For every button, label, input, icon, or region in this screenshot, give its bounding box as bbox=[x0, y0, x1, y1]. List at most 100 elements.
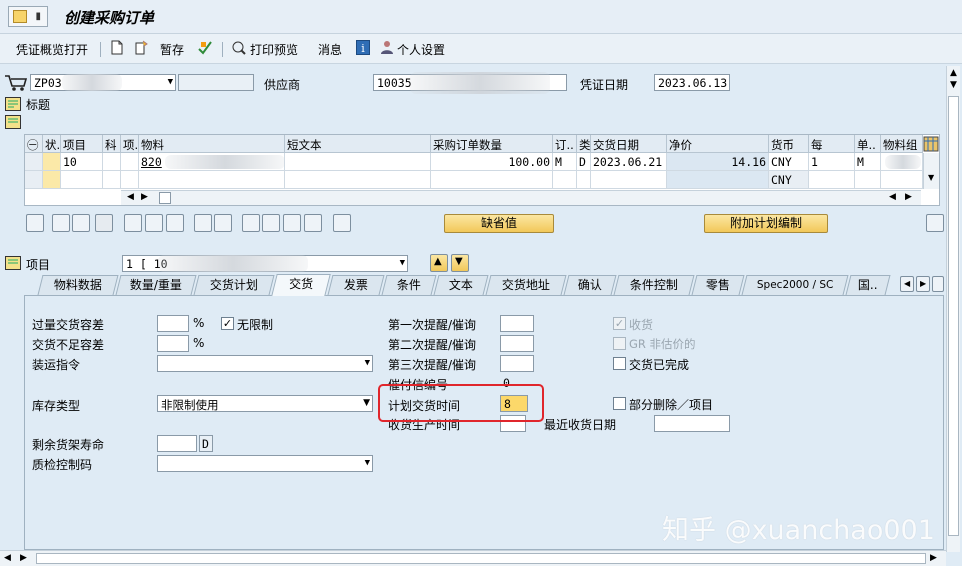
column-header[interactable]: 科 bbox=[103, 135, 121, 153]
quantity-cell[interactable] bbox=[431, 171, 553, 189]
column-header[interactable]: 货币 bbox=[769, 135, 809, 153]
item-category-cell[interactable] bbox=[121, 171, 139, 189]
tab-delivery[interactable]: 交货 bbox=[271, 274, 331, 296]
print-preview-button[interactable]: 打印预览 bbox=[250, 41, 298, 58]
select-all-icon[interactable]: ㊀ bbox=[25, 135, 43, 153]
qm-control-key-select[interactable]: ▼ bbox=[157, 455, 373, 472]
currency-cell[interactable]: CNY bbox=[769, 171, 809, 189]
tab-confirmations[interactable]: 确认 bbox=[563, 275, 617, 295]
tab-retail[interactable]: 零售 bbox=[691, 275, 745, 295]
remaining-shelf-life-field[interactable] bbox=[157, 435, 197, 452]
quantity-cell[interactable]: 100.00 bbox=[431, 153, 553, 171]
price-unit-cell[interactable] bbox=[809, 171, 855, 189]
column-header[interactable]: 净价 bbox=[667, 135, 769, 153]
item-number-cell[interactable]: 10 bbox=[61, 153, 103, 171]
delete-item-icon[interactable] bbox=[124, 214, 142, 232]
personal-settings-button[interactable]: 个人设置 bbox=[397, 41, 445, 58]
tab-invoice[interactable]: 发票 bbox=[327, 275, 385, 295]
previous-item-arrow-icon[interactable]: ▲ bbox=[430, 254, 448, 272]
row-selector[interactable] bbox=[25, 171, 43, 189]
system-menu-icon[interactable]: ▮ bbox=[8, 6, 48, 27]
row-selector[interactable] bbox=[25, 153, 43, 171]
column-header[interactable]: 项目 bbox=[61, 135, 103, 153]
collapse-item-detail-icon[interactable] bbox=[5, 256, 21, 270]
unlimited-checkbox[interactable]: ✓ bbox=[221, 317, 234, 330]
column-header[interactable]: 单.. bbox=[855, 135, 881, 153]
account-cell[interactable] bbox=[103, 171, 121, 189]
tab-delivery-address[interactable]: 交货地址 bbox=[485, 275, 567, 295]
short-text-cell[interactable] bbox=[285, 153, 431, 171]
info-icon[interactable]: i bbox=[356, 40, 370, 55]
order-unit-cell[interactable] bbox=[553, 171, 577, 189]
delivery-completed-checkbox[interactable] bbox=[613, 357, 626, 370]
price-unit-cell[interactable]: 1 bbox=[809, 153, 855, 171]
net-price-cell[interactable]: 14.16 bbox=[667, 153, 769, 171]
hold-button[interactable]: 暂存 bbox=[160, 41, 184, 58]
item-config-icon[interactable] bbox=[926, 214, 944, 232]
sort-ascending-icon[interactable] bbox=[242, 214, 260, 232]
column-header[interactable]: 项. bbox=[121, 135, 139, 153]
account-cell[interactable] bbox=[103, 153, 121, 171]
partial-delete-checkbox[interactable] bbox=[613, 397, 626, 410]
material-group-cell[interactable] bbox=[881, 171, 923, 189]
delivery-date-cell[interactable]: 2023.06.21 bbox=[591, 153, 667, 171]
document-overview-button[interactable]: 凭证概览打开 bbox=[16, 41, 88, 58]
lock-item-icon[interactable] bbox=[145, 214, 163, 232]
grid-vertical-scrollbar[interactable]: ▼ bbox=[923, 153, 939, 189]
goods-receipt-checkbox[interactable]: ✓ bbox=[613, 317, 626, 330]
underdelivery-tolerance-field[interactable] bbox=[157, 335, 189, 352]
main-horizontal-scrollbar[interactable]: ◀ ▶ ▶ bbox=[0, 550, 946, 566]
stock-type-select[interactable]: 非限制使用 ▼ bbox=[157, 395, 373, 412]
column-header[interactable]: 订.. bbox=[553, 135, 577, 153]
column-header[interactable]: 物料组 bbox=[881, 135, 923, 153]
filter-icon[interactable] bbox=[283, 214, 301, 232]
filter-off-icon[interactable] bbox=[304, 214, 322, 232]
column-header[interactable]: 交货日期 bbox=[591, 135, 667, 153]
tab-quantities-weights[interactable]: 数量/重量 bbox=[115, 275, 197, 295]
column-header[interactable]: 采购订单数量 bbox=[431, 135, 553, 153]
tabs-scroll-left-icon[interactable]: ◀ bbox=[900, 276, 914, 292]
tab-condition-control[interactable]: 条件控制 bbox=[613, 275, 695, 295]
third-reminder-field[interactable] bbox=[500, 355, 534, 372]
last-gr-date-field[interactable] bbox=[654, 415, 730, 432]
column-header[interactable]: 类 bbox=[577, 135, 591, 153]
tab-more[interactable]: 国.. bbox=[845, 275, 891, 295]
item-details-button[interactable] bbox=[26, 214, 44, 232]
collapse-items-icon[interactable] bbox=[5, 115, 21, 129]
copy-item-icon[interactable] bbox=[194, 214, 212, 232]
shopping-cart-icon[interactable] bbox=[4, 74, 28, 92]
open-document-icon[interactable] bbox=[134, 40, 148, 55]
short-text-cell[interactable] bbox=[285, 171, 431, 189]
tabs-list-icon[interactable] bbox=[932, 276, 944, 292]
overdelivery-tolerance-field[interactable] bbox=[157, 315, 189, 332]
new-document-icon[interactable] bbox=[110, 40, 124, 55]
tabs-scroll-right-icon[interactable]: ▶ bbox=[916, 276, 930, 292]
column-header[interactable]: 物料 bbox=[139, 135, 285, 153]
order-price-unit-cell[interactable]: M bbox=[855, 153, 881, 171]
messages-button[interactable]: 消息 bbox=[318, 41, 342, 58]
net-price-cell[interactable] bbox=[667, 171, 769, 189]
tab-texts[interactable]: 文本 bbox=[433, 275, 489, 295]
paste-item-icon[interactable] bbox=[214, 214, 232, 232]
tab-material-data[interactable]: 物料数据 bbox=[37, 275, 119, 295]
unlock-item-icon[interactable] bbox=[166, 214, 184, 232]
date-category-cell[interactable] bbox=[577, 171, 591, 189]
first-item-button[interactable] bbox=[52, 214, 70, 232]
order-price-unit-cell[interactable] bbox=[855, 171, 881, 189]
material-cell[interactable] bbox=[139, 171, 285, 189]
column-header[interactable]: 每 bbox=[809, 135, 855, 153]
shipping-instructions-select[interactable]: ▼ bbox=[157, 355, 373, 372]
next-item-arrow-icon[interactable]: ▼ bbox=[451, 254, 469, 272]
tab-conditions[interactable]: 条件 bbox=[381, 275, 437, 295]
next-item-button[interactable] bbox=[95, 214, 113, 232]
tab-delivery-schedule[interactable]: 交货计划 bbox=[193, 275, 275, 295]
tab-spec2000[interactable]: Spec2000 / SC bbox=[741, 275, 849, 295]
sort-descending-icon[interactable] bbox=[262, 214, 280, 232]
default-values-button[interactable]: 缺省值 bbox=[444, 214, 554, 233]
delivery-date-cell[interactable] bbox=[591, 171, 667, 189]
item-category-cell[interactable] bbox=[121, 153, 139, 171]
services-icon[interactable] bbox=[333, 214, 351, 232]
second-reminder-field[interactable] bbox=[500, 335, 534, 352]
date-category-cell[interactable]: D bbox=[577, 153, 591, 171]
previous-item-button[interactable] bbox=[72, 214, 90, 232]
